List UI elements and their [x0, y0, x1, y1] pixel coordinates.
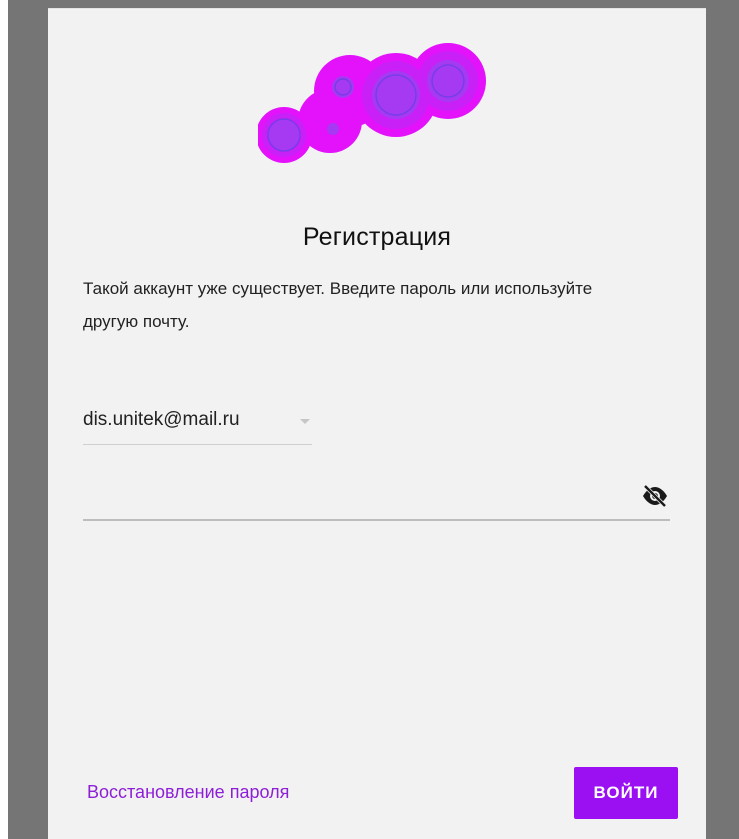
eye-off-icon[interactable] — [640, 483, 670, 509]
window-edge — [0, 0, 8, 839]
login-button[interactable]: ВОЙТИ — [574, 767, 678, 819]
page-title: Регистрация — [302, 223, 452, 251]
chevron-down-icon — [300, 419, 310, 424]
password-field — [83, 475, 670, 521]
email-select-value: dis.unitek@mail.ru — [83, 409, 240, 430]
forgot-password-link[interactable]: Восстановление пароля — [87, 782, 289, 803]
password-input[interactable] — [83, 481, 627, 513]
account-exists-message: Такой аккаунт уже существует. Введите па… — [83, 279, 593, 331]
bubbles-logo-icon — [258, 43, 486, 163]
registration-dialog: Регистрация Такой аккаунт уже существует… — [48, 8, 706, 839]
email-select[interactable]: dis.unitek@mail.ru — [83, 405, 312, 445]
